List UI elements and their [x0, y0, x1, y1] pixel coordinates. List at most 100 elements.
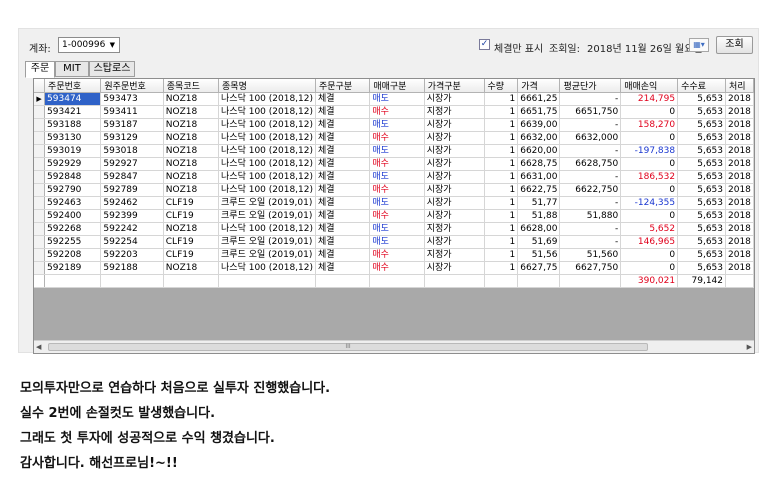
cell-symbol-name: 크루드 오일 (2019,01)	[218, 248, 316, 262]
row-indicator	[34, 222, 46, 236]
col-symbol-name[interactable]: 종목명	[218, 79, 316, 93]
cell-price: 6632,00	[517, 131, 561, 145]
cell-pnl: 0	[620, 183, 679, 197]
cell-qty: 1	[484, 170, 519, 184]
scroll-right-icon[interactable]: ▶	[747, 341, 752, 353]
cell-process: 2018	[725, 92, 754, 106]
table-row[interactable]: ▶ 593474 593473 NOZ18 나스닥 100 (2018,12) 체결 매도 시…	[34, 92, 754, 106]
cell-symbol-name: 크루드 오일 (2019,01)	[218, 209, 316, 223]
cell-price-type: 시장가	[424, 235, 485, 249]
col-price[interactable]: 가격	[517, 79, 561, 93]
message-line-3: 그래도 첫 투자에 성공적으로 수익 챙겼습니다.	[20, 431, 275, 446]
table-row[interactable]: 592400 592399 CLF19 크루드 오일 (2019,01) 체결 매수 시장가…	[34, 209, 754, 223]
tab-mit[interactable]: MIT	[55, 61, 89, 77]
cell-price: 6620,00	[517, 144, 561, 158]
total-blank-cell	[484, 274, 519, 288]
cell-orig-order-no: 593129	[100, 131, 164, 145]
table-row[interactable]: 592463 592462 CLF19 크루드 오일 (2019,01) 체결 매도 시장가…	[34, 196, 754, 210]
cell-orig-order-no: 593473	[100, 92, 164, 106]
table-row[interactable]: 592268 592242 NOZ18 나스닥 100 (2018,12) 체결 매도 지정…	[34, 222, 754, 236]
cell-process: 2018	[725, 248, 754, 262]
cell-symbol-name: 크루드 오일 (2019,01)	[218, 196, 316, 210]
account-select[interactable]: 1-000996 ▼	[58, 37, 120, 53]
row-indicator-header	[34, 79, 46, 93]
cell-symbol-code: NOZ18	[163, 157, 220, 171]
toolbar: 계좌: 1-000996 ▼ ✓ 체결만 표시 조회일: 2018년 11월 2…	[19, 29, 758, 59]
col-side[interactable]: 매매구분	[369, 79, 425, 93]
cell-side: 매도	[369, 222, 425, 236]
col-fee[interactable]: 수수료	[677, 79, 726, 93]
cell-qty: 1	[484, 157, 519, 171]
table-row[interactable]: 593421 593411 NOZ18 나스닥 100 (2018,12) 체결 매수 지정…	[34, 105, 754, 119]
cell-side: 매도	[369, 144, 425, 158]
col-order-type[interactable]: 주문구분	[315, 79, 371, 93]
table-row[interactable]: 593130 593129 NOZ18 나스닥 100 (2018,12) 체결 매수 시장…	[34, 131, 754, 145]
cell-side: 매도	[369, 235, 425, 249]
filled-only-checkbox[interactable]: ✓	[479, 39, 490, 50]
filled-only-label: 체결만 표시	[494, 44, 544, 55]
query-button[interactable]: 조회	[716, 36, 753, 54]
cell-pnl: 0	[620, 157, 679, 171]
table-row[interactable]: 592255 592254 CLF19 크루드 오일 (2019,01) 체결 매도 시장가…	[34, 235, 754, 249]
table-row[interactable]: 592848 592847 NOZ18 나스닥 100 (2018,12) 체결 매도 시장…	[34, 170, 754, 184]
cell-pnl: 0	[620, 209, 679, 223]
table-row[interactable]: 593188 593187 NOZ18 나스닥 100 (2018,12) 체결 매도 시장…	[34, 118, 754, 132]
query-date-field[interactable]: 2018년 11월 26일 월요일	[587, 40, 703, 55]
cell-fee: 5,653	[677, 196, 726, 210]
cell-process: 2018	[725, 170, 754, 184]
cell-price-type: 지정가	[424, 105, 485, 119]
cell-fee: 5,653	[677, 144, 726, 158]
total-blank-cell	[100, 274, 164, 288]
cell-order-type: 체결	[315, 222, 371, 236]
order-table: 주문번호 원주문번호 종목코드 종목명 주문구분 매매구분 가격구분 수량 가격…	[34, 79, 754, 288]
cell-fee: 5,653	[677, 248, 726, 262]
table-row[interactable]: 593019 593018 NOZ18 나스닥 100 (2018,12) 체결 매도 시장…	[34, 144, 754, 158]
col-process[interactable]: 처리	[725, 79, 754, 93]
col-qty[interactable]: 수량	[484, 79, 519, 93]
cell-order-no: 592790	[44, 183, 102, 197]
cell-orig-order-no: 592789	[100, 183, 164, 197]
table-body: ▶ 593474 593473 NOZ18 나스닥 100 (2018,12) 체결 매도 시…	[34, 92, 754, 288]
col-avg-price[interactable]: 평균단가	[559, 79, 622, 93]
cell-order-type: 체결	[315, 261, 371, 275]
cell-side: 매도	[369, 92, 425, 106]
cell-price-type: 지정가	[424, 222, 485, 236]
message-line-1: 모의투자만으로 연습하다 처음으로 실투자 진행했습니다.	[20, 381, 331, 396]
col-symbol-code[interactable]: 종목코드	[163, 79, 220, 93]
scroll-left-icon[interactable]: ◀	[36, 341, 41, 353]
scroll-thumb[interactable]: III	[48, 343, 648, 351]
cell-avg-price: -	[559, 196, 622, 210]
col-price-type[interactable]: 가격구분	[424, 79, 485, 93]
calendar-icon[interactable]: ▦▾	[689, 38, 709, 52]
tab-stoploss[interactable]: 스탑로스	[89, 61, 135, 77]
cell-price-type: 시장가	[424, 261, 485, 275]
row-indicator	[34, 131, 46, 145]
cell-price-type: 시장가	[424, 196, 485, 210]
cell-price-type: 시장가	[424, 118, 485, 132]
table-row[interactable]: 592790 592789 NOZ18 나스닥 100 (2018,12) 체결 매수 시장…	[34, 183, 754, 197]
cell-fee: 5,653	[677, 235, 726, 249]
col-orig-order-no[interactable]: 원주문번호	[100, 79, 164, 93]
cell-avg-price: -	[559, 118, 622, 132]
total-pnl: 390,021	[620, 274, 679, 288]
table-row[interactable]: 592208 592203 CLF19 크루드 오일 (2019,01) 체결 매수 지정가…	[34, 248, 754, 262]
col-pnl[interactable]: 매매손익	[620, 79, 679, 93]
cell-order-no: 593130	[44, 131, 102, 145]
cell-orig-order-no: 592927	[100, 157, 164, 171]
cell-avg-price: -	[559, 170, 622, 184]
cell-order-type: 체결	[315, 157, 371, 171]
tab-order[interactable]: 주문	[25, 61, 55, 78]
cell-order-no: 593474	[44, 92, 102, 106]
table-row[interactable]: 592929 592927 NOZ18 나스닥 100 (2018,12) 체결 매수 시장…	[34, 157, 754, 171]
col-order-no[interactable]: 주문번호	[44, 79, 102, 93]
cell-symbol-code: NOZ18	[163, 144, 220, 158]
cell-fee: 5,653	[677, 92, 726, 106]
cell-orig-order-no: 593018	[100, 144, 164, 158]
horizontal-scrollbar[interactable]: ◀ III ▶	[34, 340, 754, 353]
cell-avg-price: 6622,750	[559, 183, 622, 197]
table-row[interactable]: 592189 592188 NOZ18 나스닥 100 (2018,12) 체결 매수 시장…	[34, 261, 754, 275]
total-blank-cell	[218, 274, 316, 288]
total-blank-cell	[559, 274, 622, 288]
cell-qty: 1	[484, 92, 519, 106]
cell-symbol-code: NOZ18	[163, 105, 220, 119]
